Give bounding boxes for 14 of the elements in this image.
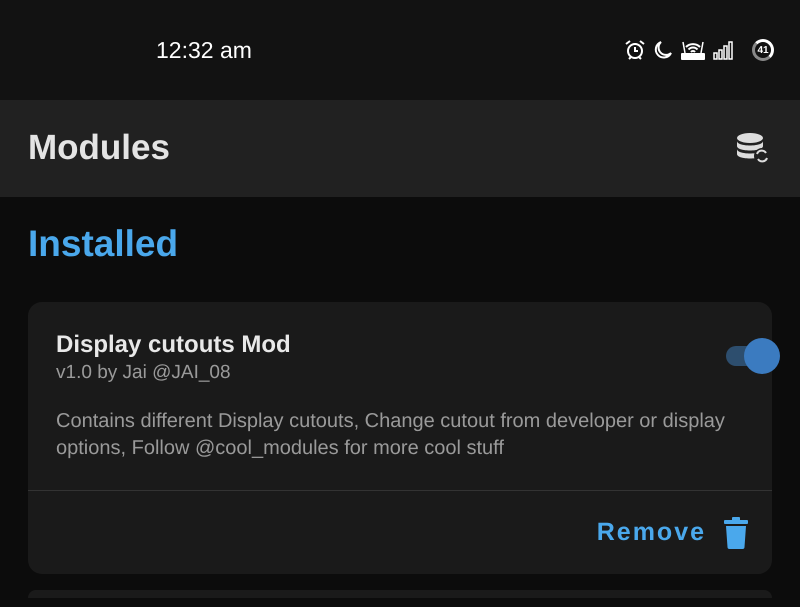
toggle-switch[interactable] (726, 338, 780, 374)
alarm-icon (624, 39, 646, 61)
remove-button[interactable]: Remove (596, 514, 706, 552)
section-title: Installed (28, 222, 180, 266)
moon-icon (653, 40, 673, 60)
battery-indicator: 41 (752, 39, 774, 61)
status-time: 12:32 am (156, 36, 252, 65)
module-author: v1.0 by Jai @JAI_08 (56, 361, 232, 385)
signal-icon (713, 40, 735, 60)
module-description: Contains different Display cutouts, Change cutout from developer or display options, Follow @cool_modules for more cool stuff (56, 409, 726, 461)
app-title: Modules (28, 127, 170, 170)
wifi-router-icon (680, 39, 706, 61)
module-name: Display cutouts Mod (56, 330, 292, 360)
trash-icon[interactable] (724, 516, 748, 548)
